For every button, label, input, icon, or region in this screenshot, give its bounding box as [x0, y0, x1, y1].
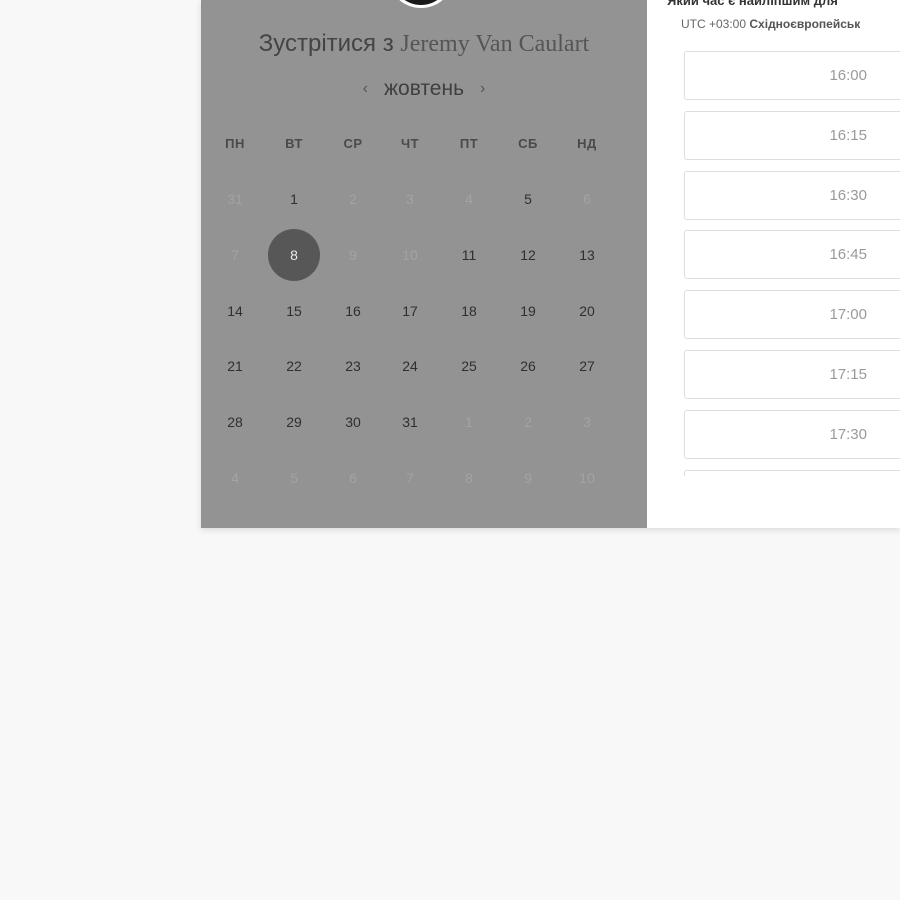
- calendar-day: 3: [406, 191, 414, 207]
- calendar-day[interactable]: 5: [506, 189, 550, 209]
- calendar-day[interactable]: 24: [388, 356, 432, 376]
- calendar-day[interactable]: 12: [506, 245, 550, 265]
- selected-day[interactable]: 8: [268, 229, 320, 281]
- host-name: Jeremy Van Caulart: [400, 31, 590, 57]
- meeting-title-prefix: Зустрітися з: [258, 30, 394, 57]
- prev-month-icon[interactable]: ‹: [349, 80, 382, 98]
- calendar-day: 9: [524, 470, 532, 486]
- calendar-day: 2: [349, 191, 357, 207]
- calendar-day[interactable]: 16: [331, 301, 375, 321]
- time-slot-button[interactable]: 17:00: [684, 290, 900, 339]
- calendar-day[interactable]: 28: [213, 412, 257, 432]
- month-navigation: ‹ жовтень ›: [201, 75, 647, 103]
- time-slot-label: 17:30: [829, 426, 867, 443]
- calendar-day: 1: [465, 414, 473, 430]
- weekday-label: ПН: [225, 136, 245, 151]
- time-slot-label: 17:15: [829, 366, 867, 383]
- calendar-day: 8: [465, 470, 473, 486]
- time-slot-label: 16:15: [829, 127, 867, 144]
- calendar-day[interactable]: 15: [272, 301, 316, 321]
- calendar-day: 7: [231, 247, 239, 263]
- time-slots-panel: Який час є найліпшим для UTC +03:00 Схід…: [647, 0, 900, 528]
- calendar-panel: Зустрітися з Jeremy Van Caulart ‹ жовтен…: [201, 0, 647, 528]
- time-slot-button[interactable]: 16:45: [684, 230, 900, 279]
- calendar-day[interactable]: 29: [272, 412, 316, 432]
- calendar-day[interactable]: 31: [388, 412, 432, 432]
- calendar-day[interactable]: 25: [447, 356, 491, 376]
- calendar-day[interactable]: 23: [331, 356, 375, 376]
- time-slot-button[interactable]: 16:15: [684, 111, 900, 160]
- weekday-label: ПТ: [459, 136, 479, 151]
- timezone-offset: UTC +03:00: [681, 17, 747, 31]
- timezone-name: Східноєвропейськ: [749, 17, 861, 31]
- weekday-label: НД: [577, 136, 597, 151]
- calendar-day[interactable]: 17: [388, 301, 432, 321]
- weekday-header: ПН ВТ СР ЧТ ПТ СБ НД: [201, 136, 647, 154]
- next-month-icon[interactable]: ›: [466, 80, 499, 98]
- calendar-day: 3: [583, 414, 591, 430]
- weekday-label: ЧТ: [400, 136, 420, 151]
- time-slot-button[interactable]: 16:00: [684, 51, 900, 100]
- time-slot-list[interactable]: 16:00 16:15 16:30 16:45 17:00 17:15 17:30: [684, 51, 900, 476]
- time-slot-label: 16:30: [829, 187, 867, 204]
- calendar-day[interactable]: 14: [213, 301, 257, 321]
- calendar-day: 6: [349, 470, 357, 486]
- calendar-day: 9: [349, 247, 357, 263]
- calendar-day: 10: [579, 470, 595, 486]
- calendar-day: 4: [465, 191, 473, 207]
- weekday-label: ВТ: [285, 136, 303, 151]
- time-slot-label: 16:45: [829, 246, 867, 263]
- month-label: жовтень: [383, 77, 465, 100]
- calendar-day[interactable]: 1: [272, 189, 316, 209]
- calendar-day[interactable]: 11: [447, 245, 491, 265]
- calendar-day[interactable]: 21: [213, 356, 257, 376]
- calendar-day[interactable]: 22: [272, 356, 316, 376]
- calendar-day[interactable]: 13: [565, 245, 609, 265]
- time-slot-button-partial[interactable]: [684, 470, 900, 476]
- weekday-label: СБ: [518, 136, 538, 151]
- calendar-day[interactable]: 27: [565, 356, 609, 376]
- time-slot-button[interactable]: 17:15: [684, 350, 900, 399]
- calendar-day: 31: [227, 191, 243, 207]
- calendar-day[interactable]: 18: [447, 301, 491, 321]
- calendar-day[interactable]: 20: [565, 301, 609, 321]
- avatar: [390, 0, 452, 8]
- time-heading: Який час є найліпшим для: [667, 0, 838, 8]
- time-slot-button[interactable]: 16:30: [684, 171, 900, 220]
- time-slot-label: 17:00: [829, 306, 867, 323]
- calendar-day: 6: [583, 191, 591, 207]
- calendar-day: 2: [524, 414, 532, 430]
- avatar-image: [393, 0, 449, 5]
- time-slot-label: 16:00: [829, 67, 867, 84]
- calendar-day[interactable]: 19: [506, 301, 550, 321]
- time-slot-button[interactable]: 17:30: [684, 410, 900, 459]
- calendar-day: 10: [402, 247, 418, 263]
- meeting-title: Зустрітися з Jeremy Van Caulart: [201, 28, 647, 60]
- scheduler-widget: Зустрітися з Jeremy Van Caulart ‹ жовтен…: [201, 0, 900, 528]
- calendar-day: 4: [231, 470, 239, 486]
- calendar-day[interactable]: 30: [331, 412, 375, 432]
- calendar-day[interactable]: 26: [506, 356, 550, 376]
- calendar-day: 7: [406, 470, 414, 486]
- calendar-day: 5: [290, 470, 298, 486]
- weekday-label: СР: [343, 136, 363, 151]
- timezone-label[interactable]: UTC +03:00 Східноєвропейськ: [681, 17, 860, 31]
